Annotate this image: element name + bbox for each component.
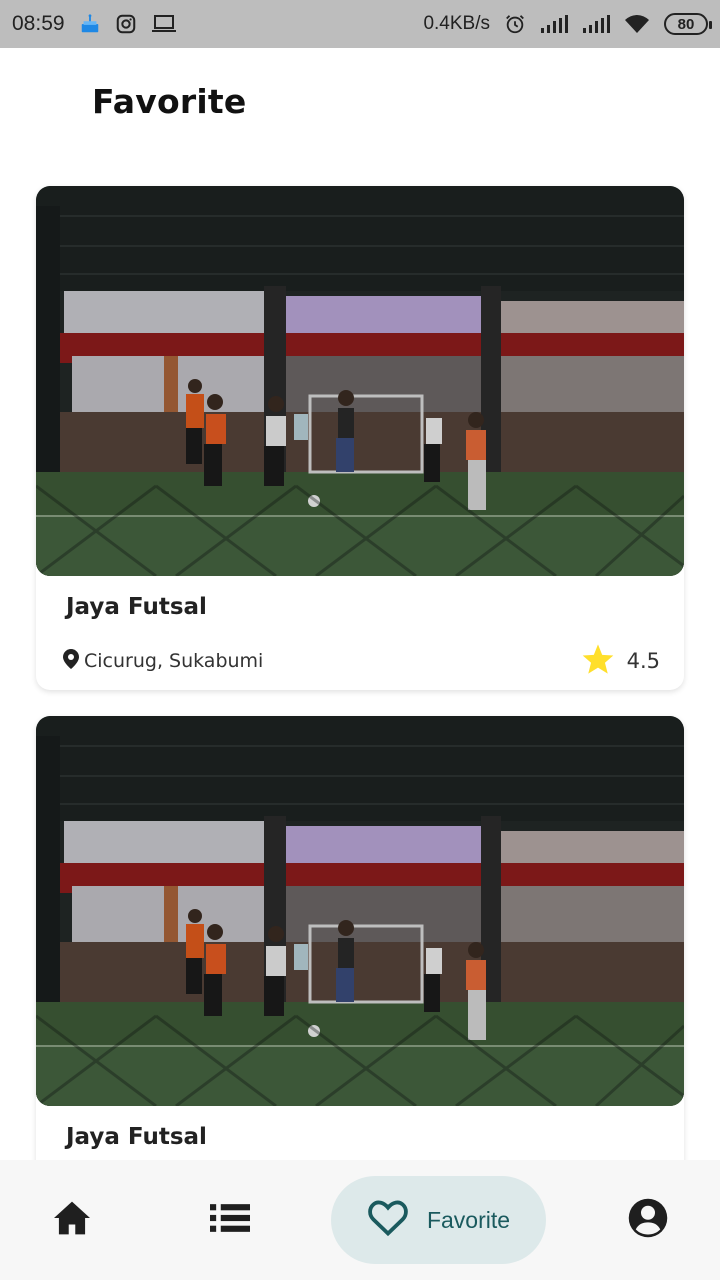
rating-value: 4.5 — [626, 649, 660, 673]
venue-meta: Cicurug, Sukabumi 4.5 — [62, 643, 660, 679]
nav-list[interactable] — [190, 1160, 270, 1280]
cake-icon — [79, 13, 101, 35]
wifi-icon — [624, 14, 650, 34]
status-time: 08:59 — [12, 12, 65, 35]
laptop-icon — [151, 13, 177, 35]
nav-favorite[interactable]: Favorite — [331, 1176, 546, 1264]
app-screen: 08:59 0.4KB/s 80 Favorite Jaya Futsal Ci… — [0, 0, 720, 1280]
location-pin-icon — [62, 648, 80, 674]
bottom-navigation: Favorite — [0, 1160, 720, 1280]
home-icon — [52, 1200, 92, 1240]
battery-level: 80 — [677, 15, 695, 33]
battery-icon: 80 — [664, 13, 712, 35]
venue-name: Jaya Futsal — [66, 594, 207, 620]
venue-image — [36, 716, 684, 1106]
account-circle-icon — [627, 1197, 669, 1243]
network-speed: 0.4KB/s — [423, 13, 490, 34]
venue-image — [36, 186, 684, 576]
star-icon — [581, 643, 615, 679]
nav-favorite-label: Favorite — [426, 1206, 511, 1233]
nav-profile[interactable] — [608, 1160, 688, 1280]
signal-icon — [582, 14, 610, 34]
instagram-icon — [115, 13, 137, 35]
favorite-card[interactable]: Jaya Futsal — [36, 716, 684, 1176]
heart-icon — [367, 1199, 409, 1241]
status-bar: 08:59 0.4KB/s 80 — [0, 0, 720, 48]
favorite-card[interactable]: Jaya Futsal Cicurug, Sukabumi 4.5 — [36, 186, 684, 690]
venue-location: Cicurug, Sukabumi — [62, 648, 263, 674]
alarm-icon — [504, 13, 526, 35]
signal-icon — [540, 14, 568, 34]
venue-name: Jaya Futsal — [66, 1124, 207, 1150]
nav-home[interactable] — [32, 1160, 112, 1280]
page-title: Favorite — [92, 82, 247, 121]
venue-rating: 4.5 — [581, 643, 660, 679]
list-icon — [210, 1204, 250, 1236]
venue-location-text: Cicurug, Sukabumi — [84, 650, 264, 672]
